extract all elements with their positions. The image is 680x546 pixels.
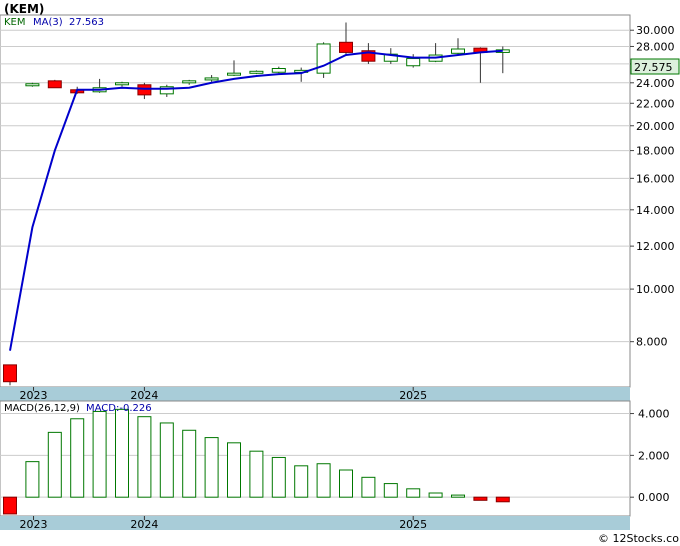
macd-bar-positive [294, 465, 309, 498]
macd-bar-positive [92, 410, 107, 498]
macd-bar-positive [47, 431, 62, 498]
last-price-value: 27.575 [634, 61, 673, 74]
macd-bar-positive [249, 450, 264, 498]
price-tick-label: 24.000 [636, 77, 675, 90]
candle-body-down [3, 364, 17, 383]
candle-body-up [115, 82, 129, 86]
macd-title: MACD(26,12,9) [4, 403, 80, 414]
macd-x-label: 2024 [130, 518, 158, 531]
macd-bar-positive [137, 416, 152, 498]
candle-body-up [451, 48, 465, 54]
last-price-tag: 27.575 [630, 58, 680, 75]
price-tick-label: 20.000 [636, 120, 675, 133]
macd-tick-label: 0.000 [638, 491, 670, 504]
legend-ma-label: MA(3) [33, 17, 63, 28]
legend-symbol: KEM [4, 17, 26, 28]
stock-chart: (KEM) 30.00028.00026.00024.00022.00020.0… [0, 0, 680, 546]
macd-bar-positive [406, 488, 421, 498]
price-x-label: 2024 [130, 389, 158, 402]
candle [3, 364, 17, 386]
macd-bar-positive [316, 463, 331, 498]
macd-bar-negative [3, 496, 17, 515]
price-x-label: 2025 [399, 389, 427, 402]
macd-x-label: 2023 [20, 518, 48, 531]
price-x-label: 2023 [20, 389, 48, 402]
macd-bar-positive [182, 429, 197, 498]
candle-body-up [204, 77, 219, 81]
macd-bar-positive [115, 408, 129, 498]
macd-x-axis-band [0, 516, 630, 530]
macd-bar-negative [473, 496, 488, 501]
macd-bar-positive [451, 494, 465, 498]
candle [47, 79, 62, 89]
site-credit: © 12Stocks.com [598, 532, 680, 545]
macd-bar-positive [25, 461, 40, 498]
price-tick-label: 16.000 [636, 172, 675, 185]
candle-body-down [339, 41, 353, 53]
macd-x-label: 2025 [399, 518, 427, 531]
price-panel-frame [0, 14, 631, 388]
price-tick-label: 18.000 [636, 145, 675, 158]
macd-bar-positive [339, 469, 353, 498]
candle-body-down [47, 80, 62, 89]
macd-bar-negative [495, 496, 510, 503]
candle-body-down [137, 84, 152, 96]
candle [25, 82, 40, 87]
chart-title: (KEM) [4, 2, 44, 16]
legend-ma-value: 27.563 [69, 17, 104, 28]
candle [249, 70, 264, 75]
price-tick-label: 12.000 [636, 240, 675, 253]
macd-bar-positive [227, 442, 241, 498]
macd-bar-positive [428, 492, 443, 498]
price-tick-label: 8.000 [636, 336, 668, 349]
candle-body-up [249, 70, 264, 74]
macd-bar-positive [383, 483, 398, 498]
candle-body-up [182, 80, 197, 84]
macd-tick-label: 4.000 [638, 408, 670, 421]
candle-body-up [316, 43, 331, 74]
macd-bar-positive [361, 476, 376, 498]
candle [316, 42, 331, 78]
candle-body-up [227, 72, 241, 76]
price-tick-label: 14.000 [636, 204, 675, 217]
price-tick-label: 30.000 [636, 24, 675, 37]
macd-bar-positive [70, 418, 85, 498]
candle-body-up [406, 58, 421, 67]
macd-value-label: MACD:-0.226 [86, 403, 152, 414]
price-tick-label: 28.000 [636, 40, 675, 53]
price-tick-label: 22.000 [636, 97, 675, 110]
price-tick-label: 10.000 [636, 283, 675, 296]
macd-bar-positive [271, 456, 286, 498]
macd-bar-positive [204, 437, 219, 498]
macd-tick-label: 2.000 [638, 449, 670, 462]
price-x-axis-band [0, 387, 630, 401]
macd-bar-positive [159, 422, 174, 498]
candle-body-up [25, 83, 40, 87]
candle-body-up [271, 68, 286, 73]
